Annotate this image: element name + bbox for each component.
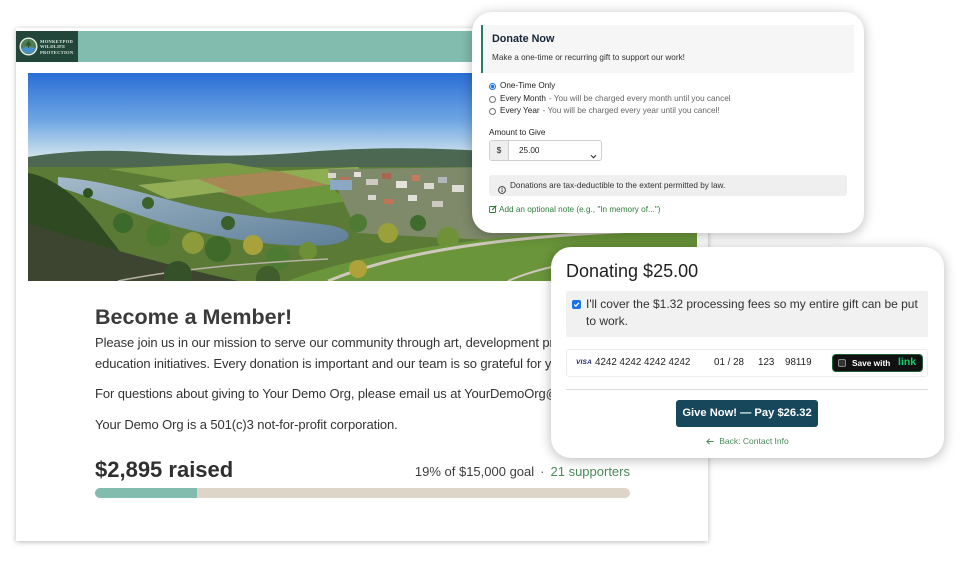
progress-bar-fill xyxy=(95,488,197,498)
back-link-label: Back: Contact Info xyxy=(719,436,789,446)
option-text: Every Year - You will be charged every ye… xyxy=(500,105,720,117)
save-checkbox-icon[interactable] xyxy=(838,359,846,367)
currency-addon: $ xyxy=(490,141,509,160)
save-with-link-button[interactable]: Save with link xyxy=(832,354,923,372)
save-with-label: Save with xyxy=(852,358,891,368)
option-text: One-Time Only xyxy=(500,80,555,92)
option-label: Every Month xyxy=(500,94,546,103)
intro-text-line: Please join us in our mission to serve o… xyxy=(95,335,561,350)
legal-text: Your Demo Org is a 501(c)3 not-for-profi… xyxy=(95,417,398,432)
card-zip-field[interactable]: 98119 xyxy=(785,350,812,376)
separator-dot: · xyxy=(540,464,545,479)
org-logo[interactable]: MONKEYPOD WILDLIFE PROTECTION xyxy=(16,31,78,62)
arrow-left-icon xyxy=(706,436,714,445)
amount-value: 25.00 xyxy=(519,146,540,155)
tax-notice-text: Donations are tax-deductible to the exte… xyxy=(510,181,726,190)
link-logo: link xyxy=(898,356,917,368)
edit-icon xyxy=(489,205,497,213)
donate-card-title: Donate Now xyxy=(492,33,555,45)
page-title: Become a Member! xyxy=(95,305,293,329)
radio-icon[interactable] xyxy=(489,82,496,90)
checkmark-icon xyxy=(573,302,580,308)
logo-emblem-icon xyxy=(19,37,38,56)
donate-card-header: Donate Now Make a one-time or recurring … xyxy=(481,25,854,73)
give-now-button[interactable]: Give Now! — Pay $26.32 xyxy=(676,400,818,427)
cover-fees-option[interactable]: I'll cover the $1.32 processing fees so … xyxy=(566,291,928,337)
divider xyxy=(566,389,928,390)
amount-input-group: $ 25.00 xyxy=(489,140,602,161)
contact-text: For questions about giving to Your Demo … xyxy=(95,386,566,401)
logo-wordmark: MONKEYPOD WILDLIFE PROTECTION xyxy=(40,39,73,55)
radio-icon[interactable] xyxy=(489,107,496,115)
tax-notice: Donations are tax-deductible to the exte… xyxy=(489,175,847,196)
card-details-input[interactable]: VISA 4242 4242 4242 4242 01 / 28 123 981… xyxy=(566,349,928,377)
option-note: - You will be charged every year until y… xyxy=(542,106,720,115)
add-note-label: Add an optional note (e.g., "In memory o… xyxy=(499,204,661,214)
amount-raised: $2,895 raised xyxy=(95,457,234,482)
option-label: Every Year xyxy=(500,106,540,115)
card-number-field[interactable]: 4242 4242 4242 4242 xyxy=(595,350,690,376)
logo-line: PROTECTION xyxy=(40,49,74,55)
donate-now-card: Donate Now Make a one-time or recurring … xyxy=(472,12,864,233)
payment-card: Donating $25.00 I'll cover the $1.32 pro… xyxy=(551,247,944,458)
back-contact-info-link[interactable]: Back: Contact Info xyxy=(551,435,944,447)
option-note: - You will be charged every month until … xyxy=(548,94,731,103)
card-cvc-field[interactable]: 123 xyxy=(758,350,774,376)
progress-bar xyxy=(95,488,630,498)
goal-summary: 19% of $15,000 goal · 21 supporters xyxy=(415,463,630,481)
goal-text: 19% of $15,000 goal xyxy=(414,464,535,479)
amount-label: Amount to Give xyxy=(489,127,546,137)
cover-fees-label: I'll cover the $1.32 processing fees so … xyxy=(586,297,918,328)
donate-card-subtitle: Make a one-time or recurring gift to sup… xyxy=(492,53,685,62)
option-text: Every Month - You will be charged every m… xyxy=(500,93,731,105)
amount-select[interactable]: 25.00 xyxy=(509,141,601,160)
visa-icon: VISA xyxy=(576,359,592,366)
option-label: One-Time Only xyxy=(500,81,556,90)
supporters-count: 21 supporters xyxy=(550,464,631,479)
cover-fees-checkbox[interactable] xyxy=(572,300,581,309)
info-icon xyxy=(498,181,506,194)
card-expiry-field[interactable]: 01 / 28 xyxy=(714,350,744,376)
chevron-down-icon xyxy=(590,147,597,159)
radio-icon[interactable] xyxy=(489,95,496,103)
donating-amount-title: Donating $25.00 xyxy=(566,261,699,281)
intro-text-line: education initiatives. Every donation is… xyxy=(95,356,559,371)
